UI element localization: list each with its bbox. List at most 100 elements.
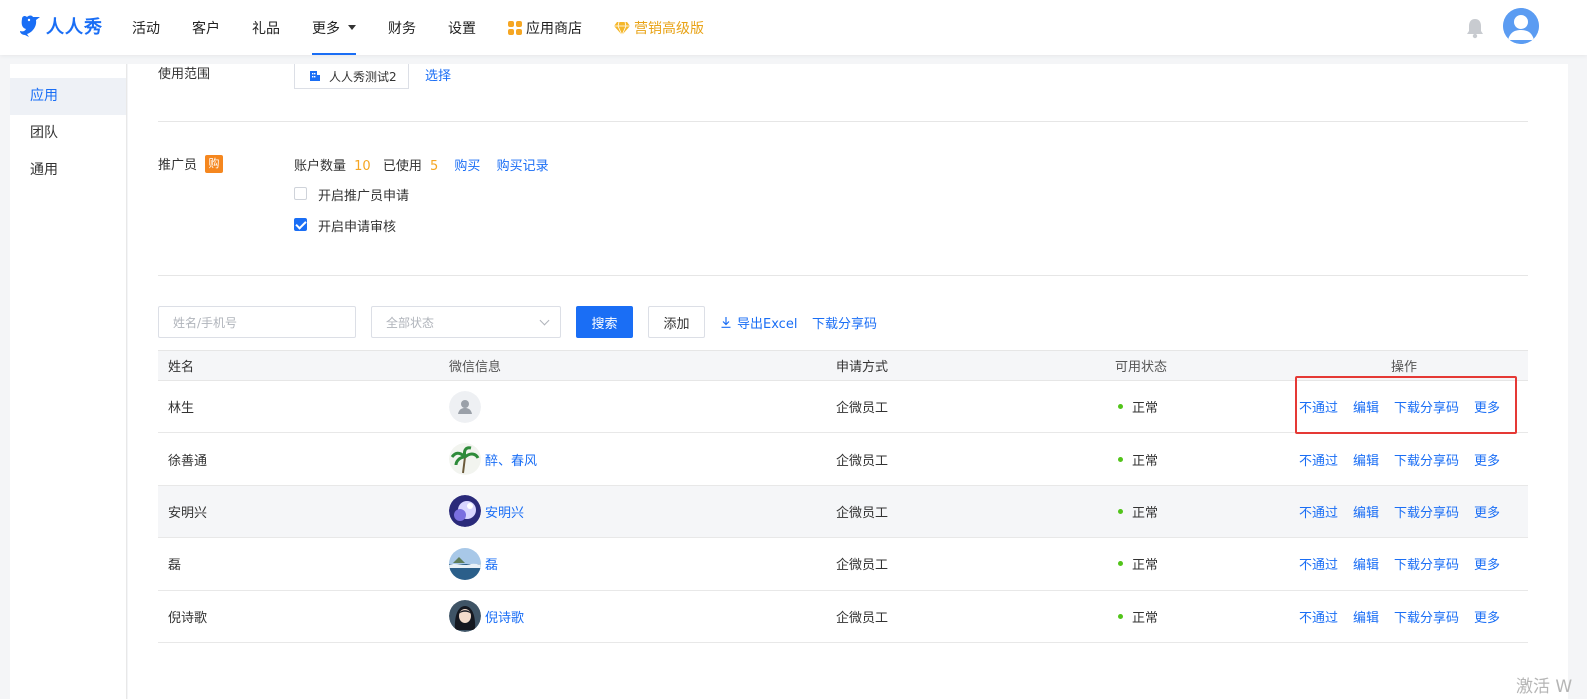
row-actions: 不通过 编辑 下载分享码 更多 [1299, 591, 1500, 642]
nav-item-finance[interactable]: 财务 [372, 0, 432, 55]
sidebar: 应用 团队 通用 [10, 64, 127, 699]
nav-item-app-store[interactable]: 应用商店 [492, 0, 598, 55]
enable-apply-review-label[interactable]: 开启申请审核 [318, 216, 396, 235]
sea-avatar-icon [449, 547, 481, 580]
row-wechat-name[interactable]: 磊 [485, 554, 498, 573]
status-select-value: 全部状态 [386, 315, 435, 330]
download-share-code-button[interactable]: 下载分享码 [812, 306, 877, 338]
download-share-code-link[interactable]: 下载分享码 [1394, 450, 1459, 469]
enable-promoter-apply-label[interactable]: 开启推广员申请 [318, 185, 409, 204]
row-status: 正常 [1118, 486, 1158, 537]
default-avatar-icon [449, 390, 481, 423]
status-dot-icon [1118, 456, 1123, 462]
row-name: 磊 [168, 558, 182, 574]
reject-button[interactable]: 不通过 [1299, 450, 1338, 469]
row-name: 安明兴 [168, 505, 208, 521]
nav-label: 营销高级版 [634, 20, 704, 37]
table-row: 林生 企微员工 正常 不通过 编辑 下载分享码 更多 [158, 381, 1528, 434]
row-apply: 企微员工 [835, 610, 888, 626]
edit-button[interactable]: 编辑 [1353, 450, 1379, 469]
used-label: 已使用 [382, 159, 422, 174]
download-icon [721, 316, 731, 328]
nav-item-more[interactable]: 更多 [296, 0, 372, 55]
more-button[interactable]: 更多 [1474, 554, 1500, 573]
row-apply: 企微员工 [835, 401, 888, 417]
search-button[interactable]: 搜索 [576, 306, 633, 338]
export-excel-button[interactable]: 导出Excel [721, 306, 797, 338]
nav-item-premium[interactable]: 营销高级版 [598, 0, 720, 55]
table-row: 磊 磊 企微员工 正常 不通过 编辑 下载分享码 更多 [158, 538, 1528, 591]
more-button[interactable]: 更多 [1474, 450, 1500, 469]
reject-button[interactable]: 不通过 [1299, 502, 1338, 521]
nav-item-gift[interactable]: 礼品 [236, 0, 296, 55]
nav-item-activity[interactable]: 活动 [116, 0, 176, 55]
account-label: 账户数量 [294, 159, 347, 174]
row-actions: 不通过 编辑 下载分享码 更多 [1299, 538, 1500, 589]
reject-button[interactable]: 不通过 [1299, 607, 1338, 626]
table-row: 倪诗歌 倪诗歌 企微员工 正常 不通过 编辑 下载分享码 更多 [158, 591, 1528, 643]
row-status: 正常 [1118, 381, 1158, 432]
promoter-table: 姓名 微信信息 申请方式 可用状态 操作 林生 企微员工 正常 不通过 编辑 下… [158, 350, 1528, 643]
scope-label: 使用范围 [158, 67, 211, 82]
status-dot-icon [1118, 508, 1123, 514]
nav-label: 设置 [448, 20, 476, 37]
promoter-label: 推广员 [158, 158, 198, 173]
add-button[interactable]: 添加 [648, 306, 705, 338]
buy-link[interactable]: 购买 [454, 159, 480, 174]
row-wechat: 倪诗歌 [449, 591, 524, 642]
sidebar-item-apps[interactable]: 应用 [10, 78, 126, 115]
col-header-apply: 申请方式 [835, 360, 888, 375]
col-header-status: 可用状态 [1115, 360, 1168, 375]
table-row: 徐善通 醉、春风 企微员工 正常 不通过 编辑 下载分享码 更多 [158, 433, 1528, 486]
row-wechat [449, 381, 485, 432]
download-share-code-link[interactable]: 下载分享码 [1394, 397, 1459, 416]
more-button[interactable]: 更多 [1474, 502, 1500, 521]
enable-apply-review-checkbox[interactable] [294, 218, 307, 231]
row-status: 正常 [1118, 433, 1158, 484]
col-header-actions: 操作 [1391, 360, 1418, 375]
status-dot-icon [1118, 561, 1123, 567]
edit-button[interactable]: 编辑 [1353, 397, 1379, 416]
row-status-label: 正常 [1132, 401, 1159, 417]
brand-logo[interactable]: 人人秀 [18, 12, 103, 40]
row-wechat-name[interactable]: 醉、春风 [485, 450, 537, 469]
activation-watermark: 激活 W [1516, 677, 1573, 697]
download-share-code-link[interactable]: 下载分享码 [1394, 607, 1459, 626]
divider [158, 275, 1528, 276]
row-name: 林生 [168, 401, 195, 417]
table-header: 姓名 微信信息 申请方式 可用状态 操作 [158, 350, 1528, 381]
user-avatar[interactable] [1503, 8, 1539, 44]
sidebar-item-general[interactable]: 通用 [10, 152, 126, 189]
account-info: 账户数量 10 已使用 5 购买 购买记录 [294, 155, 549, 174]
row-name: 倪诗歌 [168, 610, 208, 626]
sidebar-item-team[interactable]: 团队 [10, 115, 126, 152]
nav-label: 财务 [388, 20, 416, 37]
bird-logo-icon [20, 15, 40, 37]
enable-promoter-apply-checkbox[interactable] [294, 187, 307, 200]
row-wechat-name[interactable]: 安明兴 [485, 502, 524, 521]
edit-button[interactable]: 编辑 [1353, 607, 1379, 626]
more-button[interactable]: 更多 [1474, 607, 1500, 626]
buy-record-link[interactable]: 购买记录 [497, 159, 549, 174]
reject-button[interactable]: 不通过 [1299, 397, 1338, 416]
download-share-code-link[interactable]: 下载分享码 [1394, 502, 1459, 521]
download-share-code-link[interactable]: 下载分享码 [1394, 554, 1459, 573]
name-phone-search-input[interactable]: 姓名/手机号 [158, 306, 356, 338]
more-button[interactable]: 更多 [1474, 397, 1500, 416]
nav-item-settings[interactable]: 设置 [432, 0, 492, 55]
nav-label: 活动 [132, 20, 160, 37]
scope-select-link[interactable]: 选择 [425, 65, 451, 84]
nav-item-customer[interactable]: 客户 [176, 0, 236, 55]
reject-button[interactable]: 不通过 [1299, 554, 1338, 573]
bell-icon[interactable] [1465, 17, 1485, 39]
diamond-icon [614, 21, 630, 35]
girl-avatar-icon [449, 600, 481, 633]
row-wechat-name[interactable]: 倪诗歌 [485, 607, 524, 626]
main-content: 使用范围 人人秀测试2 选择 推广员 购 账户数量 10 已使用 5 购买 购买… [128, 64, 1568, 699]
status-dot-icon [1118, 404, 1123, 410]
edit-button[interactable]: 编辑 [1353, 502, 1379, 521]
edit-button[interactable]: 编辑 [1353, 554, 1379, 573]
export-excel-label: 导出Excel [737, 316, 798, 332]
status-select[interactable]: 全部状态 [371, 306, 561, 338]
nav-label: 应用商店 [526, 20, 582, 37]
